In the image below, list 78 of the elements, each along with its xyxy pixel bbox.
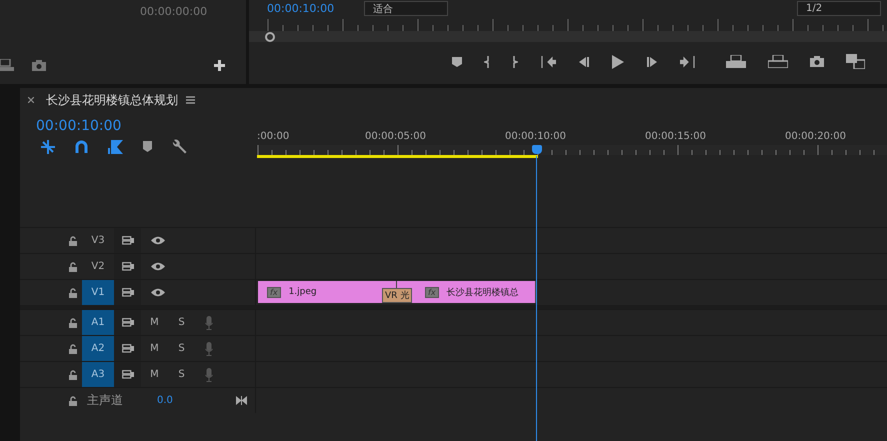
ruler-time-label: 00:00:10:00 — [505, 131, 568, 142]
fx-badge: fx — [267, 286, 281, 298]
marker-icon[interactable] — [452, 56, 462, 66]
linked-selection-icon[interactable] — [108, 140, 123, 154]
lock-icon[interactable] — [69, 236, 77, 246]
eye-icon[interactable] — [151, 262, 165, 271]
playhead-handle[interactable] — [532, 145, 542, 154]
go-to-in-icon[interactable] — [540, 56, 556, 68]
source-timecode: 00:00:00:00 — [140, 5, 208, 18]
ruler-time-label: 00:00:20:00 — [785, 131, 846, 142]
snap-magnet-icon[interactable] — [75, 140, 88, 153]
track-target-toggle[interactable]: A3 — [82, 362, 114, 387]
export-frame-icon[interactable] — [0, 59, 14, 71]
eye-icon[interactable] — [151, 288, 165, 297]
sync-lock-icon — [122, 370, 134, 379]
mark-out-icon[interactable] — [512, 56, 518, 68]
camera-icon[interactable] — [810, 56, 824, 67]
step-forward-icon[interactable] — [646, 56, 658, 68]
sync-lock-icon — [122, 318, 134, 327]
extract-icon[interactable] — [768, 55, 788, 68]
track-target-toggle[interactable]: A2 — [82, 336, 114, 361]
transition-block[interactable]: VR 光 — [382, 288, 412, 303]
resolution-dropdown[interactable]: 1/2 — [797, 0, 881, 16]
marker-icon[interactable] — [143, 141, 152, 152]
lock-icon[interactable] — [69, 344, 77, 354]
solo-button[interactable]: S — [168, 317, 195, 328]
sync-lock-button[interactable] — [114, 228, 141, 253]
clip-name: 1.jpeg — [288, 287, 317, 297]
lock-icon[interactable] — [69, 396, 77, 406]
sequence-timecode[interactable]: 00:00:10:00 — [36, 118, 122, 134]
bowtie-icon[interactable] — [236, 396, 247, 405]
lift-icon[interactable] — [726, 55, 746, 68]
step-back-icon[interactable] — [578, 56, 590, 68]
mute-button[interactable]: M — [141, 369, 168, 380]
lock-icon[interactable] — [69, 318, 77, 328]
add-icon[interactable] — [214, 60, 225, 70]
mute-button[interactable]: M — [141, 343, 168, 354]
solo-button[interactable]: S — [168, 369, 195, 380]
film-compare-icon[interactable] — [846, 54, 865, 69]
program-timecode: 00:00:10:00 — [267, 2, 334, 14]
sync-lock-icon — [122, 262, 134, 271]
insert-nest-icon[interactable] — [41, 140, 55, 154]
ruler-time-label: 00:00:15:00 — [645, 131, 708, 142]
fit-dropdown[interactable]: 适合 — [364, 0, 448, 16]
track-target-toggle[interactable]: V1 — [82, 280, 114, 305]
lock-icon[interactable] — [69, 370, 77, 380]
clip-name: 长沙县花明楼镇总 — [446, 286, 519, 298]
lock-icon[interactable] — [69, 288, 77, 298]
sync-lock-button[interactable] — [114, 336, 141, 361]
sync-lock-icon — [122, 288, 134, 297]
sync-lock-button[interactable] — [114, 254, 141, 279]
camera-icon[interactable] — [32, 60, 46, 70]
menu-icon[interactable] — [186, 96, 195, 104]
play-icon[interactable] — [612, 54, 624, 68]
zoom-scrollbar[interactable] — [249, 31, 887, 42]
mark-in-icon[interactable] — [484, 56, 490, 68]
track-target-toggle[interactable]: V2 — [82, 254, 114, 279]
mute-button[interactable]: M — [141, 317, 168, 328]
eye-icon[interactable] — [151, 236, 165, 245]
solo-button[interactable]: S — [168, 343, 195, 354]
time-ruler-track[interactable] — [257, 145, 887, 155]
master-track-label: 主声道 — [87, 392, 123, 409]
close-icon[interactable] — [28, 97, 34, 103]
sync-lock-icon — [122, 344, 134, 353]
ruler-time-label: 00:00:05:00 — [365, 131, 428, 142]
lock-icon[interactable] — [69, 262, 77, 272]
sync-lock-button[interactable] — [114, 362, 141, 387]
sync-lock-button[interactable] — [114, 280, 141, 305]
go-to-out-icon[interactable] — [680, 56, 696, 68]
ruler-time-label: :00:00 — [257, 131, 290, 142]
track-target-toggle[interactable]: A1 — [82, 310, 114, 335]
sync-lock-icon — [122, 236, 134, 245]
track-target-toggle[interactable]: V3 — [82, 228, 114, 253]
sync-lock-button[interactable] — [114, 310, 141, 335]
fx-badge: fx — [425, 286, 439, 298]
sequence-title[interactable]: 长沙县花明楼镇总体规划 — [46, 92, 178, 108]
wrench-icon[interactable] — [172, 139, 187, 154]
master-volume-value[interactable]: 0.0 — [157, 395, 173, 406]
